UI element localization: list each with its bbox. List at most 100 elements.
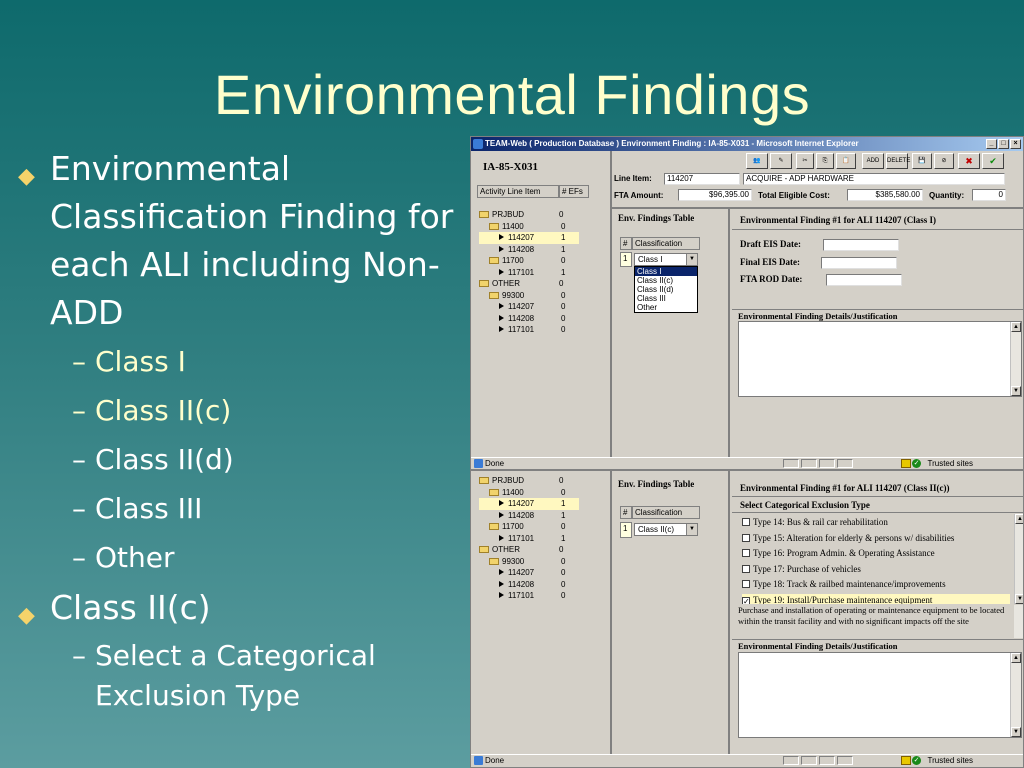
ok-button[interactable]: ✔ xyxy=(982,153,1004,169)
tree-item[interactable]: 99300 0 xyxy=(479,556,579,568)
tree-item-label: 114207 xyxy=(508,568,535,577)
classification-select[interactable]: Class I ▼ xyxy=(634,253,698,266)
exclusion-type-label: Type 19: Install/Purchase maintenance eq… xyxy=(753,594,933,605)
exclusion-type-option[interactable]: Type 16: Program Admin. & Operating Assi… xyxy=(742,547,1010,560)
tree-item[interactable]: 11400 0 xyxy=(479,487,579,499)
final-eis-field[interactable] xyxy=(821,257,897,269)
details-textarea[interactable]: ▲ ▼ xyxy=(738,652,1022,738)
fta-amount-field[interactable]: $96,395.00 xyxy=(678,189,752,201)
col-class-header: Classification xyxy=(632,237,700,250)
caret-right-icon xyxy=(499,534,504,541)
tree-item[interactable]: 114207 0 xyxy=(479,301,579,313)
caret-right-icon xyxy=(499,326,504,332)
ef-table-pane: Env. Findings Table # Classification 1 C… xyxy=(612,209,730,459)
tree-item[interactable]: OTHER 0 xyxy=(479,278,579,290)
activity-tab[interactable]: Activity Line Item xyxy=(477,185,559,198)
tree-item[interactable]: 114208 1 xyxy=(479,510,579,522)
classification-select[interactable]: Class II(c) ▼ xyxy=(634,523,698,536)
cancel-button[interactable]: ✖ xyxy=(958,153,980,169)
finding-pane: Environmental Finding #1 for ALI 114207 … xyxy=(732,471,1023,755)
attach-icon[interactable]: ✎ xyxy=(770,153,792,169)
delete-button[interactable]: DELETE xyxy=(886,153,910,169)
tree-item[interactable]: PRJBUD 0 xyxy=(479,475,579,487)
finding-title: Environmental Finding #1 for ALI 114207 … xyxy=(740,483,950,493)
scrollbar[interactable]: ▲ ▼ xyxy=(1010,322,1021,396)
project-id: IA-85-X031 xyxy=(483,161,538,173)
tree-item[interactable]: 114207 1 xyxy=(479,232,579,244)
dropdown-option[interactable]: Class II(c) xyxy=(635,276,697,285)
users-icon[interactable]: 👥 xyxy=(746,153,768,169)
lock-icon xyxy=(901,756,911,765)
tree-item[interactable]: 117101 1 xyxy=(479,267,579,279)
tree-item[interactable]: PRJBUD 0 xyxy=(479,209,579,221)
dash-icon: – xyxy=(72,394,86,427)
dropdown-option[interactable]: Class II(d) xyxy=(635,285,697,294)
chevron-down-icon[interactable]: ▼ xyxy=(686,524,697,535)
close-button[interactable]: × xyxy=(1010,139,1021,149)
tree-item[interactable]: 117101 1 xyxy=(479,533,579,545)
efs-tab[interactable]: # EFs xyxy=(559,185,589,198)
tree-item[interactable]: 114208 0 xyxy=(479,579,579,591)
add-button[interactable]: ADD xyxy=(862,153,884,169)
status-bar: Done ✓ Trusted sites xyxy=(471,457,1023,469)
tree-item[interactable]: 114207 1 xyxy=(479,498,579,510)
checkbox-icon[interactable] xyxy=(742,549,750,557)
draft-eis-field[interactable] xyxy=(823,239,899,251)
paste-icon[interactable]: 📋 xyxy=(836,153,856,169)
exclusion-type-option[interactable]: ✓ Type 19: Install/Purchase maintenance e… xyxy=(742,593,1010,605)
description-field[interactable]: ACQUIRE - ADP HARDWARE xyxy=(743,173,1005,185)
maximize-button[interactable]: □ xyxy=(998,139,1009,149)
checkbox-checked-icon[interactable]: ✓ xyxy=(742,596,750,604)
fta-rod-field[interactable] xyxy=(826,274,902,286)
chevron-down-icon[interactable]: ▼ xyxy=(686,254,697,265)
exclusion-type-option[interactable]: Type 17: Purchase of vehicles xyxy=(742,563,1010,576)
exclusion-type-option[interactable]: Type 18: Track & railbed maintenance/imp… xyxy=(742,578,1010,591)
scrollbar[interactable]: ▲ ▼ xyxy=(1010,653,1021,737)
folder-icon xyxy=(479,211,489,218)
dropdown-option[interactable]: Other xyxy=(635,303,697,312)
minimize-button[interactable]: _ xyxy=(986,139,997,149)
cut-icon[interactable]: ✂ xyxy=(796,153,814,169)
scrollbar[interactable] xyxy=(1014,605,1023,638)
classification-dropdown[interactable]: Class I Class II(c) Class II(d) Class II… xyxy=(634,266,698,313)
line-item-field[interactable]: 114207 xyxy=(664,173,740,185)
tree-item[interactable]: 114207 0 xyxy=(479,567,579,579)
tree-item[interactable]: 117101 0 xyxy=(479,590,579,602)
dropdown-option[interactable]: Class III xyxy=(635,294,697,303)
diamond-bullet-icon: ◆ xyxy=(18,164,35,189)
select-type-label: Select Categorical Exclusion Type xyxy=(740,500,870,510)
col-num-header: # xyxy=(620,506,632,519)
browser-window: PRJBUD 0 11400 0 114207 1 114208 1 11700 0 117101 1… xyxy=(470,470,1024,768)
checkbox-icon[interactable] xyxy=(742,564,750,573)
exclusion-type-option[interactable]: Type 15: Alteration for elderly & person… xyxy=(742,532,1010,545)
dropdown-option[interactable]: Class I xyxy=(635,267,697,276)
no-icon[interactable]: ⊘ xyxy=(934,153,954,169)
checkbox-icon[interactable] xyxy=(742,518,750,526)
tree-pane: IA-85-X031 Activity Line Item # EFs PRJB… xyxy=(471,151,612,459)
zone-text: Trusted sites xyxy=(927,756,974,765)
tree-item[interactable]: OTHER 0 xyxy=(479,544,579,556)
save-icon[interactable]: 💾 xyxy=(912,153,932,169)
tree-item[interactable]: 114208 1 xyxy=(479,244,579,256)
tree-item[interactable]: 11700 0 xyxy=(479,255,579,267)
tree-item-label: 99300 xyxy=(502,556,525,566)
tree-item[interactable]: 114208 0 xyxy=(479,313,579,325)
tree-item[interactable]: 11700 0 xyxy=(479,521,579,533)
tree-item[interactable]: 99300 0 xyxy=(479,290,579,302)
details-textarea[interactable]: ▲ ▼ xyxy=(738,321,1022,397)
checkbox-icon[interactable] xyxy=(742,580,750,588)
copy-icon[interactable]: ⎘ xyxy=(816,153,834,169)
tree-item-count: 0 xyxy=(561,591,566,600)
tree-item-label: 117101 xyxy=(508,267,535,277)
quantity-field[interactable]: 0 xyxy=(972,189,1006,201)
tree-item[interactable]: 117101 0 xyxy=(479,324,579,336)
total-eligible-field[interactable]: $385,580.00 xyxy=(847,189,923,201)
scrollbar[interactable]: ▲ ▼ xyxy=(1014,514,1023,604)
caret-right-icon xyxy=(499,592,504,598)
tree-item[interactable]: 11400 0 xyxy=(479,221,579,233)
exclusion-type-option[interactable]: Type 14: Bus & rail car rehabilitation xyxy=(742,516,1010,529)
row-num: 1 xyxy=(620,252,632,267)
checkbox-icon[interactable] xyxy=(742,533,750,542)
tree-item-label: 114207 xyxy=(508,302,535,311)
window-titlebar: TEAM-Web ( Production Database ) Environ… xyxy=(471,137,1023,151)
